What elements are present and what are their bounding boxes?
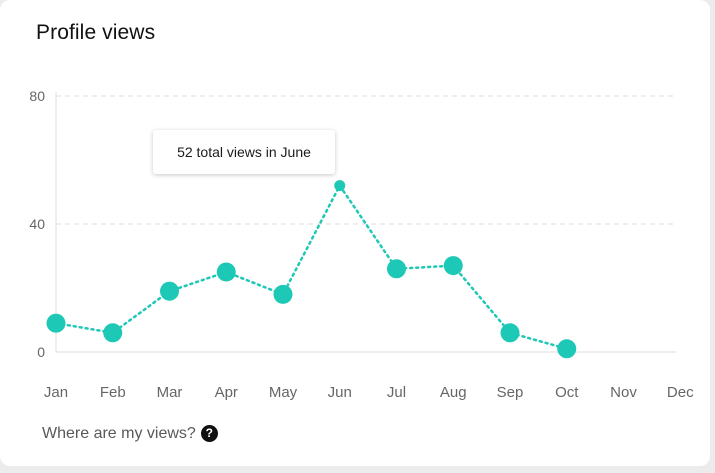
tooltip-text: 52 total views in June: [177, 144, 311, 160]
x-tick-label: Nov: [610, 384, 637, 401]
data-point: [500, 323, 520, 343]
data-point: [387, 259, 406, 279]
data-point: [103, 323, 123, 343]
x-tick-label: Apr: [215, 384, 238, 401]
x-tick-label: Jul: [387, 384, 406, 401]
x-tick-label: May: [269, 384, 298, 401]
data-point-active: [334, 180, 346, 192]
x-tick-label: Dec: [667, 384, 694, 401]
data-point: [160, 281, 179, 301]
help-link-label[interactable]: Where are my views?: [42, 425, 196, 443]
profile-views-chart: 0 40 80 Jan Feb Mar Apr May Jun Jul Aug Sep Oct Nov De…: [29, 88, 694, 401]
x-tick-label: Feb: [100, 384, 126, 401]
data-point: [443, 256, 463, 276]
question-circle-icon[interactable]: ?: [200, 424, 218, 442]
help-link[interactable]: Where are my views? ?: [42, 424, 218, 443]
x-tick-label: Sep: [497, 384, 524, 401]
data-point: [273, 284, 293, 304]
x-tick-label: Mar: [157, 384, 183, 401]
page: Profile views 0 40 80 Jan Feb Mar Apr May Jun Jul…: [0, 0, 715, 473]
data-point: [557, 339, 577, 359]
y-tick-label: 40: [29, 216, 45, 232]
x-tick-label: Oct: [555, 384, 579, 401]
data-point: [216, 262, 236, 282]
profile-views-card: Profile views 0 40 80 Jan Feb Mar Apr May Jun Jul…: [0, 0, 710, 466]
x-tick-label: Aug: [440, 384, 467, 401]
x-tick-label: Jan: [44, 384, 68, 401]
data-point: [46, 313, 66, 333]
y-tick-label: 80: [29, 88, 45, 104]
x-tick-label: Jun: [328, 384, 352, 401]
chart-tooltip: 52 total views in June: [153, 130, 335, 174]
y-tick-label: 0: [37, 344, 45, 360]
series-line: [54, 183, 568, 351]
